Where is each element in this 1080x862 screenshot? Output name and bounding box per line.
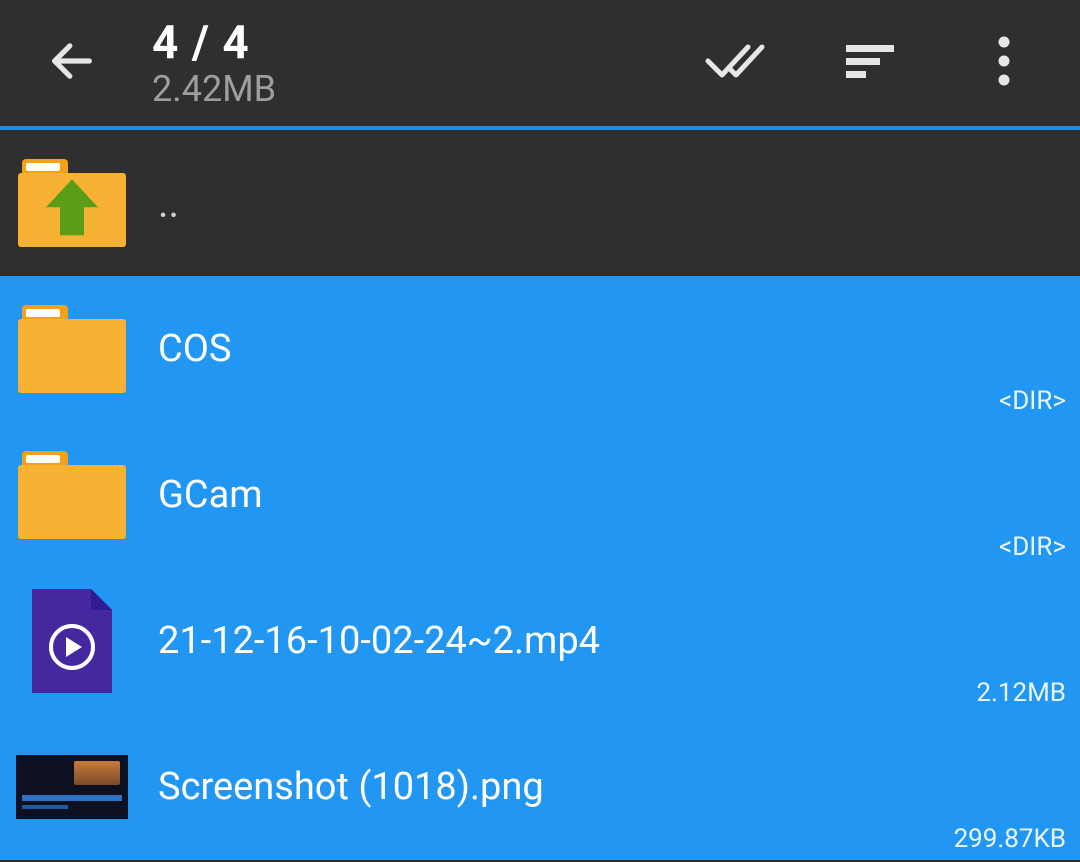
file-name: COS <box>158 327 1068 371</box>
folder-row[interactable]: GCam <DIR> <box>0 422 1080 568</box>
folder-icon <box>12 295 132 403</box>
selection-count: 4 / 4 <box>152 16 700 70</box>
image-thumbnail <box>12 733 132 841</box>
file-meta: 2.12MB <box>976 678 1066 708</box>
overflow-menu-button[interactable] <box>968 27 1040 99</box>
file-name: 21-12-16-10-02-24~2.mp4 <box>158 619 1068 663</box>
app-bar: 4 / 4 2.42MB <box>0 0 1080 130</box>
sort-button[interactable] <box>834 27 906 99</box>
parent-dir-row[interactable]: .. <box>0 130 1080 276</box>
sort-icon <box>844 41 896 85</box>
arrow-left-icon <box>46 35 98 91</box>
selection-summary: 4 / 4 2.42MB <box>152 16 700 110</box>
back-button[interactable] <box>36 27 108 99</box>
folder-row[interactable]: COS <DIR> <box>0 276 1080 422</box>
file-name: Screenshot (1018).png <box>158 765 1068 809</box>
selection-size: 2.42MB <box>152 68 700 110</box>
double-check-icon <box>704 37 768 89</box>
folder-icon <box>12 441 132 549</box>
file-row[interactable]: Screenshot (1018).png 299.87KB <box>0 714 1080 860</box>
folder-up-icon <box>12 149 132 257</box>
action-bar <box>700 27 1052 99</box>
file-name: .. <box>158 180 1068 227</box>
file-row[interactable]: 21-12-16-10-02-24~2.mp4 2.12MB <box>0 568 1080 714</box>
file-meta: <DIR> <box>999 532 1066 562</box>
file-list: .. COS <DIR> GCam <DIR> 21-12-16-10-02-2… <box>0 130 1080 860</box>
file-name: GCam <box>158 473 1068 517</box>
more-vert-icon <box>997 35 1011 91</box>
file-meta: 299.87KB <box>954 824 1066 854</box>
select-all-button[interactable] <box>700 27 772 99</box>
file-meta: <DIR> <box>999 386 1066 416</box>
video-file-icon <box>12 587 132 695</box>
